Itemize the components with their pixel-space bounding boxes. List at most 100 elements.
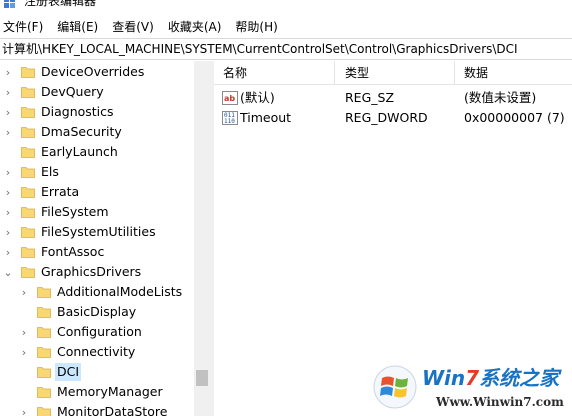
folder-icon bbox=[21, 87, 35, 98]
expand-chevron-icon[interactable]: › bbox=[2, 122, 14, 142]
folder-icon bbox=[21, 147, 35, 158]
binary-value-icon: 011 110 bbox=[222, 111, 238, 125]
folder-icon bbox=[21, 227, 35, 238]
expand-chevron-icon[interactable]: › bbox=[2, 242, 14, 262]
tree-item-dmasecurity[interactable]: › DmaSecurity bbox=[2, 122, 124, 142]
value-type: REG_DWORD bbox=[345, 110, 428, 125]
tree-item-label: DCI bbox=[55, 363, 82, 381]
tree-scrollbar-thumb[interactable] bbox=[196, 370, 208, 386]
address-path[interactable]: 计算机\HKEY_LOCAL_MACHINE\SYSTEM\CurrentCon… bbox=[2, 41, 518, 57]
value-row[interactable]: ab (默认) REG_SZ (数值未设置) bbox=[214, 88, 572, 108]
tree-item-filesystemutilities[interactable]: › FileSystemUtilities bbox=[2, 222, 158, 242]
brand-seven: 7 bbox=[465, 366, 480, 390]
column-data-header[interactable]: 数据 bbox=[464, 65, 488, 81]
expand-chevron-icon[interactable]: › bbox=[18, 342, 30, 362]
string-value-icon: ab bbox=[222, 91, 238, 105]
brand-suffix: 系统之家 bbox=[479, 366, 560, 390]
folder-icon bbox=[21, 67, 35, 78]
title-bar: 注册表编辑器 bbox=[0, 0, 572, 12]
watermark-brand: Win7系统之家 bbox=[422, 366, 559, 390]
menu-bar: 文件(F) 编辑(E) 查看(V) 收藏夹(A) 帮助(H) bbox=[0, 16, 572, 38]
watermark-url: Www.Winwin7.com bbox=[436, 395, 564, 409]
value-type: REG_SZ bbox=[345, 90, 395, 105]
folder-icon bbox=[37, 287, 51, 298]
tree-item-connectivity[interactable]: › Connectivity bbox=[18, 342, 137, 362]
collapse-chevron-icon[interactable]: ⌄ bbox=[2, 262, 14, 282]
tree-item-label: Configuration bbox=[57, 324, 142, 339]
value-name: (默认) bbox=[240, 90, 275, 105]
expand-chevron-icon[interactable]: › bbox=[2, 102, 14, 122]
key-tree[interactable]: › DeviceOverrides › DevQuery › Diagnostics › Dm… bbox=[0, 61, 210, 416]
menu-favorites[interactable]: 收藏夹(A) bbox=[164, 17, 226, 37]
folder-icon bbox=[21, 187, 35, 198]
tree-item-diagnostics[interactable]: › Diagnostics bbox=[2, 102, 116, 122]
svg-text:110: 110 bbox=[224, 118, 235, 125]
value-data: (数值未设置) bbox=[464, 90, 537, 105]
folder-icon bbox=[21, 107, 35, 118]
folder-icon bbox=[37, 347, 51, 358]
folder-icon bbox=[21, 127, 35, 138]
tree-item-label: Errata bbox=[41, 184, 80, 199]
tree-item-devquery[interactable]: › DevQuery bbox=[2, 82, 106, 102]
value-row[interactable]: 011 110 Timeout REG_DWORD 0x00000007 (7) bbox=[214, 108, 572, 128]
expand-chevron-icon bbox=[18, 382, 30, 402]
tree-item-label: FileSystemUtilities bbox=[41, 224, 156, 239]
menu-edit[interactable]: 编辑(E) bbox=[53, 17, 102, 37]
folder-icon bbox=[21, 247, 35, 258]
expand-chevron-icon[interactable]: › bbox=[2, 82, 14, 102]
tree-item-label: Els bbox=[41, 164, 59, 179]
windows-logo-icon bbox=[373, 365, 417, 409]
expand-chevron-icon bbox=[2, 142, 14, 162]
column-name-header[interactable]: 名称 bbox=[223, 65, 247, 81]
tree-item-fontassoc[interactable]: › FontAssoc bbox=[2, 242, 106, 262]
expand-chevron-icon[interactable]: › bbox=[2, 202, 14, 222]
tree-item-label: AdditionalModeLists bbox=[57, 284, 183, 299]
tree-item-label: DeviceOverrides bbox=[41, 64, 145, 79]
folder-icon bbox=[37, 407, 51, 416]
expand-chevron-icon bbox=[18, 362, 30, 382]
tree-item-dci[interactable]: DCI bbox=[18, 362, 82, 382]
expand-chevron-icon[interactable]: › bbox=[2, 222, 14, 242]
folder-icon bbox=[21, 207, 35, 218]
tree-item-configuration[interactable]: › Configuration bbox=[18, 322, 144, 342]
tree-item-errata[interactable]: › Errata bbox=[2, 182, 81, 202]
tree-item-additionalmodelists[interactable]: › AdditionalModeLists bbox=[18, 282, 184, 302]
expand-chevron-icon[interactable]: › bbox=[18, 322, 30, 342]
tree-item-memorymanager[interactable]: MemoryManager bbox=[18, 382, 165, 402]
tree-item-label: Connectivity bbox=[57, 344, 136, 359]
expand-chevron-icon[interactable]: › bbox=[2, 162, 14, 182]
tree-item-label: GraphicsDrivers bbox=[41, 264, 142, 279]
column-type-header[interactable]: 类型 bbox=[345, 65, 369, 81]
folder-icon bbox=[37, 367, 51, 378]
svg-text:ab: ab bbox=[224, 94, 235, 103]
tree-item-graphicsdrivers[interactable]: ⌄ GraphicsDrivers bbox=[2, 262, 143, 282]
tree-item-label: DevQuery bbox=[41, 84, 104, 99]
expand-chevron-icon[interactable]: › bbox=[18, 402, 30, 416]
site-watermark: Win7系统之家 Www.Winwin7.com bbox=[370, 364, 570, 416]
tree-item-earlylaunch[interactable]: EarlyLaunch bbox=[2, 142, 120, 162]
folder-icon bbox=[37, 387, 51, 398]
tree-item-label: EarlyLaunch bbox=[41, 144, 118, 159]
tree-item-label: FontAssoc bbox=[41, 244, 105, 259]
tree-item-deviceoverrides[interactable]: › DeviceOverrides bbox=[2, 62, 146, 82]
menu-view[interactable]: 查看(V) bbox=[108, 17, 158, 37]
tree-item-label: Diagnostics bbox=[41, 104, 114, 119]
tree-item-els[interactable]: › Els bbox=[2, 162, 61, 182]
column-divider[interactable] bbox=[334, 61, 335, 85]
expand-chevron-icon[interactable]: › bbox=[2, 182, 14, 202]
tree-scrollbar[interactable] bbox=[194, 61, 210, 416]
window-title: 注册表编辑器 bbox=[24, 0, 97, 8]
tree-item-basicdisplay[interactable]: BasicDisplay bbox=[18, 302, 138, 322]
expand-chevron-icon[interactable]: › bbox=[2, 62, 14, 82]
column-divider[interactable] bbox=[454, 61, 455, 85]
address-bar[interactable]: 计算机\HKEY_LOCAL_MACHINE\SYSTEM\CurrentCon… bbox=[0, 38, 572, 60]
tree-item-filesystem[interactable]: › FileSystem bbox=[2, 202, 111, 222]
menu-file[interactable]: 文件(F) bbox=[0, 17, 47, 37]
values-list[interactable]: 名称 类型 数据 ab (默认) REG_SZ (数值未设置) 011 110 … bbox=[214, 61, 572, 416]
tree-item-monitordatastore[interactable]: › MonitorDataStore bbox=[18, 402, 169, 416]
expand-chevron-icon[interactable]: › bbox=[18, 282, 30, 302]
value-data: 0x00000007 (7) bbox=[464, 110, 565, 125]
tree-item-label: DmaSecurity bbox=[41, 124, 122, 139]
menu-help[interactable]: 帮助(H) bbox=[231, 17, 281, 37]
folder-icon bbox=[21, 267, 35, 278]
